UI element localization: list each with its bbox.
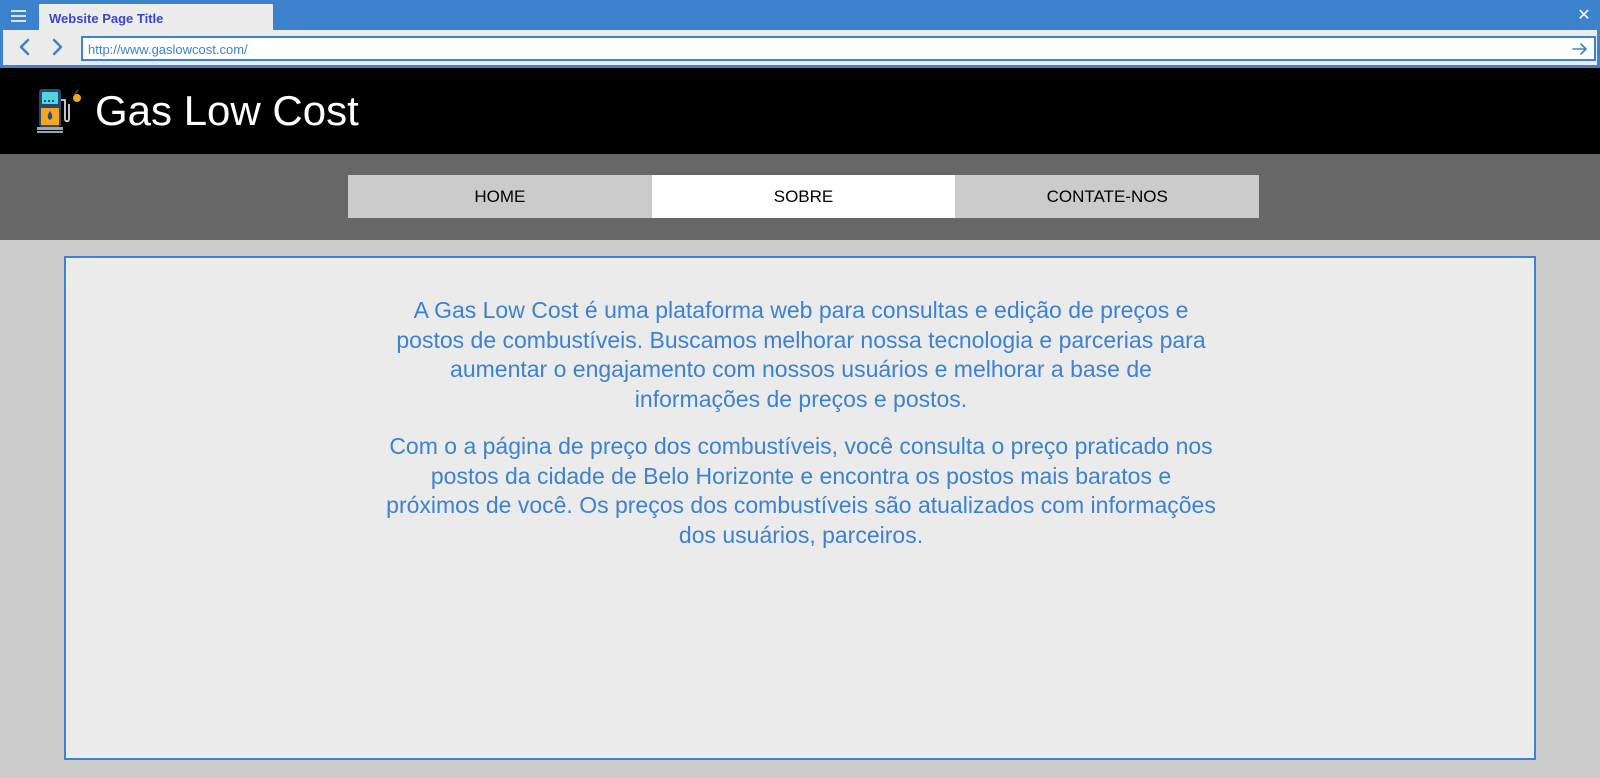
about-paragraph-1: A Gas Low Cost é uma plataforma web para… [396, 297, 1206, 412]
address-bar[interactable] [81, 36, 1596, 61]
site-title: Gas Low Cost [95, 87, 359, 134]
about-content-panel: A Gas Low Cost é uma plataforma web para… [64, 256, 1536, 760]
browser-titlebar: Website Page Title ✕ [0, 0, 1600, 31]
close-icon[interactable]: ✕ [1574, 5, 1594, 25]
browser-navbar [0, 30, 1600, 68]
browser-tab[interactable]: Website Page Title [39, 4, 273, 31]
menu-item-home[interactable]: HOME [348, 175, 652, 218]
site-header: Gas Low Cost [0, 68, 1600, 154]
back-arrow-icon[interactable] [13, 34, 39, 60]
tab-title: Website Page Title [49, 11, 164, 26]
menu-item-sobre[interactable]: SOBRE [651, 175, 956, 218]
menu-item-contate-nos[interactable]: CONTATE-NOS [955, 175, 1260, 218]
forward-arrow-icon[interactable] [44, 34, 70, 60]
about-text: A Gas Low Cost é uma plataforma web para… [386, 296, 1216, 568]
hamburger-menu-icon[interactable] [6, 6, 32, 24]
url-input[interactable] [88, 40, 1558, 58]
go-arrow-icon[interactable] [1570, 40, 1590, 58]
main-menu: HOME SOBRE CONTATE-NOS [348, 175, 1260, 218]
about-paragraph-2: Com o a página de preço dos combustíveis… [386, 433, 1216, 548]
gas-pump-icon[interactable] [36, 86, 88, 136]
nav-band: HOME SOBRE CONTATE-NOS [0, 154, 1600, 240]
